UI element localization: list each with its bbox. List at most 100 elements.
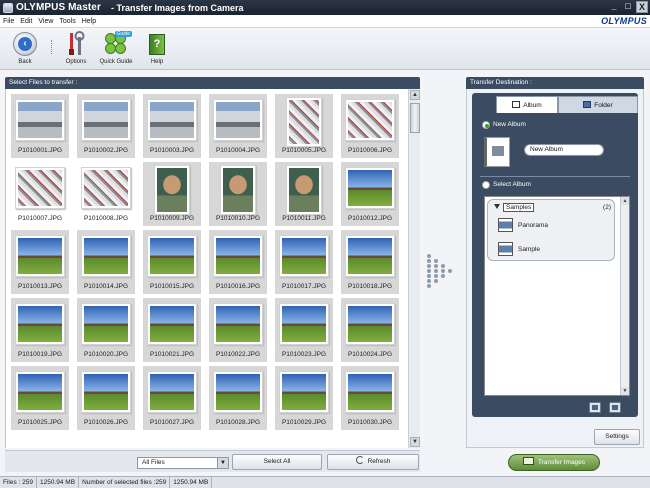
thumbnail-item[interactable]: P1010001.JPG [11, 94, 69, 158]
menu-tools[interactable]: Tools [56, 18, 78, 25]
settings-button[interactable]: Settings [594, 429, 640, 445]
album-properties-icon[interactable] [589, 402, 601, 413]
menu-file[interactable]: File [0, 18, 17, 25]
expand-triangle-icon[interactable] [494, 204, 500, 209]
menu-help[interactable]: Help [79, 18, 99, 25]
thumbnail-frame [345, 303, 395, 345]
scroll-thumb[interactable] [410, 103, 420, 133]
transfer-images-button[interactable]: Transfer Images [508, 454, 600, 471]
thumbnail-frame [286, 165, 322, 215]
scroll-up-arrow-icon[interactable]: ▲ [410, 90, 420, 100]
chevron-down-icon[interactable]: ▼ [217, 458, 228, 468]
refresh-button[interactable]: Refresh [327, 454, 419, 470]
album-list[interactable]: Samples (2) Panorama Sample ▲ ▼ [484, 196, 630, 396]
thumbnail-image [150, 238, 194, 274]
thumbnail-item[interactable]: P1010028.JPG [209, 366, 267, 430]
album-scroll-up-icon[interactable]: ▲ [621, 197, 629, 205]
thumbnail-image [84, 170, 128, 206]
album-group-samples[interactable]: Samples (2) Panorama Sample [487, 199, 615, 261]
tab-folder[interactable]: Folder [558, 96, 638, 113]
thumbnail-image [84, 102, 128, 138]
refresh-icon [355, 456, 364, 464]
thumbnail-item[interactable]: P1010004.JPG [209, 94, 267, 158]
new-album-book-icon [484, 137, 510, 167]
thumbnail-item[interactable]: P1010010.JPG [209, 162, 267, 226]
thumbnail-item[interactable]: P1010002.JPG [77, 94, 135, 158]
thumbnail-item[interactable]: P1010003.JPG [143, 94, 201, 158]
menu-edit[interactable]: Edit [17, 18, 35, 25]
thumbnail-item[interactable]: P1010029.JPG [275, 366, 333, 430]
new-album-window-icon[interactable] [609, 402, 621, 413]
minimize-button[interactable]: _ [608, 1, 620, 13]
thumbnail-filename: P1010026.JPG [83, 419, 129, 426]
thumbnail-item[interactable]: P1010007.JPG [11, 162, 69, 226]
thumbnail-item[interactable]: P1010020.JPG [77, 298, 135, 362]
new-album-radio[interactable] [482, 121, 490, 129]
thumbnail-grid[interactable]: P1010001.JPG P1010002.JPG P1010003.JPG P101… [5, 89, 408, 448]
album-tab-icon [512, 101, 521, 108]
thumbnail-image [150, 102, 194, 138]
select-album-radio[interactable] [482, 181, 490, 189]
thumbnail-frame [213, 303, 263, 345]
thumbnail-item[interactable]: P1010027.JPG [143, 366, 201, 430]
thumbnail-item[interactable]: P1010017.JPG [275, 230, 333, 294]
thumbnail-item[interactable]: P1010030.JPG [341, 366, 399, 430]
album-item-sample[interactable]: Sample [498, 242, 540, 258]
thumbnail-filename: P1010003.JPG [149, 147, 195, 154]
quick-guide-label: Quick Guide [99, 59, 133, 65]
thumbnail-item[interactable]: P1010011.JPG [275, 162, 333, 226]
thumbnail-item[interactable]: P1010012.JPG [341, 162, 399, 226]
close-button[interactable]: X [636, 1, 648, 13]
thumbnail-item[interactable]: P1010005.JPG [275, 94, 333, 158]
thumbnail-item[interactable]: P1010014.JPG [77, 230, 135, 294]
thumbnail-item[interactable]: P1010022.JPG [209, 298, 267, 362]
arrow-dot [427, 284, 431, 288]
thumbnail-item[interactable]: P1010018.JPG [341, 230, 399, 294]
thumbnail-filename: P1010030.JPG [347, 419, 393, 426]
thumbnail-item[interactable]: P1010015.JPG [143, 230, 201, 294]
help-button[interactable]: ? Help [142, 30, 172, 65]
thumbnail-filename: P1010007.JPG [17, 215, 63, 222]
album-group-header[interactable]: Samples (2) [491, 202, 613, 213]
thumbnail-frame [154, 165, 190, 215]
thumbnail-item[interactable]: P1010013.JPG [11, 230, 69, 294]
folder-icon [583, 101, 592, 108]
new-album-name-input[interactable]: New Album [524, 144, 604, 156]
thumbnail-filename: P1010013.JPG [17, 283, 63, 290]
thumbnail-item[interactable]: P1010024.JPG [341, 298, 399, 362]
scroll-down-arrow-icon[interactable]: ▼ [410, 437, 420, 447]
thumbnail-item[interactable]: P1010008.JPG [77, 162, 135, 226]
thumbnail-item[interactable]: P1010025.JPG [11, 366, 69, 430]
options-button[interactable]: Options [61, 30, 91, 65]
quick-guide-button[interactable]: Guide Quick Guide [96, 30, 136, 65]
thumbnail-filename: P1010025.JPG [17, 419, 63, 426]
thumbnail-frame [279, 235, 329, 277]
thumbnail-filename: P1010029.JPG [281, 419, 327, 426]
thumbnail-item[interactable]: P1010021.JPG [143, 298, 201, 362]
thumbnail-item[interactable]: P1010016.JPG [209, 230, 267, 294]
file-filter-value: All Files [142, 459, 165, 466]
thumbnail-scrollbar[interactable]: ▲ ▼ [408, 89, 420, 448]
thumbnail-item[interactable]: P1010023.JPG [275, 298, 333, 362]
thumbnail-item[interactable]: P1010009.JPG [143, 162, 201, 226]
thumbnail-item[interactable]: P1010019.JPG [11, 298, 69, 362]
file-filter-select[interactable]: All Files ▼ [137, 457, 229, 469]
maximize-button[interactable]: □ [622, 1, 634, 13]
select-all-button[interactable]: Select All [232, 454, 322, 470]
album-scroll-down-icon[interactable]: ▼ [621, 387, 629, 395]
arrow-dot [434, 264, 438, 268]
status-file-count: Files : 259 [0, 477, 37, 488]
arrow-dot [427, 264, 431, 268]
thumbnail-frame [213, 235, 263, 277]
album-list-scrollbar[interactable]: ▲ ▼ [620, 197, 629, 395]
thumbnail-item[interactable]: P1010026.JPG [77, 366, 135, 430]
thumbnail-item[interactable]: P1010006.JPG [341, 94, 399, 158]
tab-album[interactable]: Album [496, 96, 558, 113]
menu-view[interactable]: View [35, 18, 56, 25]
divider [480, 176, 630, 177]
thumbnail-image [18, 170, 62, 206]
app-icon [3, 2, 13, 13]
back-button[interactable]: ‹ Back [10, 30, 40, 65]
thumbnail-frame [15, 99, 65, 141]
album-item-panorama[interactable]: Panorama [498, 218, 548, 234]
